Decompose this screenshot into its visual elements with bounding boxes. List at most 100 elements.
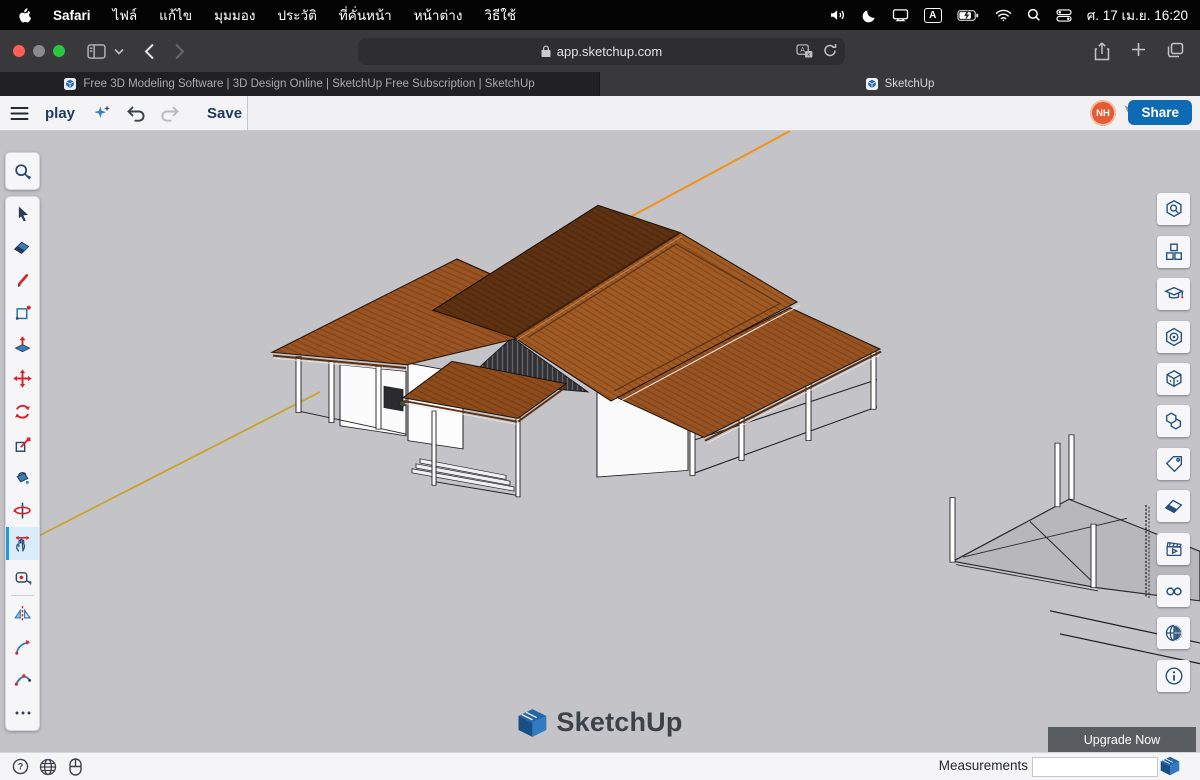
select-tool-button[interactable]: [6, 197, 39, 230]
menu-item-view[interactable]: มุมมอง: [214, 4, 255, 26]
views-panel-button[interactable]: [1157, 575, 1190, 607]
scale-tool-button[interactable]: [6, 428, 39, 461]
components-panel-button[interactable]: [1157, 236, 1190, 268]
styles-panel-button[interactable]: [1157, 321, 1190, 353]
eraser-icon: [12, 236, 33, 257]
orbit-icon: [12, 500, 33, 521]
instructor-panel-button[interactable]: [1157, 278, 1190, 310]
help-icon[interactable]: ?: [12, 758, 29, 775]
paint-bucket-icon: [12, 467, 33, 488]
arc-tool-button[interactable]: [6, 630, 39, 663]
macos-menu-bar: Safari ไฟล์ แก้ไข มุมมอง ประวัติ ที่คั่น…: [0, 0, 1200, 30]
tag-icon: [1163, 453, 1185, 475]
menu-item-file[interactable]: ไฟล์: [113, 4, 138, 26]
pencil-tool-button[interactable]: [6, 263, 39, 296]
sketchup-toolbar: play Save NH Share: [0, 96, 1200, 131]
upgrade-now-button[interactable]: Upgrade Now: [1048, 727, 1196, 752]
model-canvas[interactable]: [0, 131, 1200, 752]
two-point-arc-icon: [13, 670, 33, 690]
display-icon[interactable]: [892, 8, 909, 22]
share-button[interactable]: Share: [1128, 100, 1192, 125]
translate-icon[interactable]: Ax: [796, 44, 813, 58]
battery-icon[interactable]: [957, 9, 980, 22]
entity-info-icon: [1163, 198, 1185, 220]
tags-panel-button[interactable]: [1157, 448, 1190, 480]
menu-item-history[interactable]: ประวัติ: [277, 4, 316, 26]
select-cursor-icon: [13, 204, 33, 224]
menu-item-window[interactable]: หน้าต่าง: [414, 4, 463, 26]
orbit-tool-button[interactable]: [6, 494, 39, 527]
pan-hand-icon: [12, 533, 33, 554]
window-close-button[interactable]: [13, 45, 25, 57]
model-name-label[interactable]: play: [45, 105, 75, 122]
focus-moon-icon[interactable]: [862, 8, 877, 23]
copies-cube-icon: [1163, 410, 1185, 432]
sketchup-logo-icon: [517, 708, 547, 738]
rotate-tool-button[interactable]: [6, 395, 39, 428]
rectangle-tool-button[interactable]: [6, 296, 39, 329]
menu-item-edit[interactable]: แก้ไข: [159, 4, 192, 26]
control-center-icon[interactable]: [1056, 9, 1072, 22]
new-tab-icon[interactable]: [1131, 42, 1146, 61]
spotlight-search-icon[interactable]: [1027, 8, 1041, 22]
apple-menu-icon[interactable]: [16, 7, 31, 24]
paint-bucket-tool-button[interactable]: [6, 461, 39, 494]
scenes-copies-panel-button[interactable]: [1157, 405, 1190, 437]
statusbar-sketchup-logo-icon: [1160, 756, 1180, 776]
two-point-arc-tool-button[interactable]: [6, 663, 39, 696]
more-tools-button[interactable]: [6, 696, 39, 729]
tab-overview-icon[interactable]: [1167, 42, 1184, 61]
main-tool-rail: [5, 196, 40, 731]
ai-sparkles-icon[interactable]: [92, 103, 112, 123]
geolocation-panel-button[interactable]: [1157, 617, 1190, 649]
language-globe-icon[interactable]: [39, 758, 57, 776]
redo-button[interactable]: [160, 105, 180, 122]
styles-icon: [1163, 326, 1185, 348]
back-button[interactable]: [144, 43, 155, 60]
search-tool-button[interactable]: [6, 153, 39, 189]
input-source-badge[interactable]: A: [924, 8, 942, 23]
materials-panel-button[interactable]: [1157, 363, 1190, 395]
animation-panel-button[interactable]: [1157, 533, 1190, 565]
main-menu-button[interactable]: [10, 106, 29, 121]
reload-icon[interactable]: [823, 43, 837, 58]
mouse-icon[interactable]: [69, 758, 82, 776]
house-model-drawing: [0, 131, 1200, 752]
push-pull-tool-button[interactable]: [6, 329, 39, 362]
flip-icon: [12, 603, 33, 624]
window-minimize-button[interactable]: [33, 45, 45, 57]
measurements-input[interactable]: [1032, 757, 1158, 777]
model-info-panel-button[interactable]: [1157, 660, 1190, 692]
info-icon: [1163, 665, 1185, 687]
volume-icon[interactable]: [829, 8, 847, 22]
tab-marketing-page[interactable]: Free 3D Modeling Software | 3D Design On…: [0, 72, 600, 96]
pan-tool-button[interactable]: [6, 527, 39, 560]
menu-item-safari[interactable]: Safari: [53, 8, 91, 23]
window-zoom-button[interactable]: [53, 45, 65, 57]
address-bar[interactable]: app.sketchup.com Ax: [358, 38, 845, 65]
avatar[interactable]: NH: [1090, 100, 1116, 126]
flip-tool-button[interactable]: [6, 597, 39, 630]
entity-info-panel-button[interactable]: [1157, 193, 1190, 225]
wifi-icon[interactable]: [995, 9, 1012, 22]
sidebar-toggle-icon[interactable]: [87, 44, 106, 59]
scale-icon: [13, 435, 33, 455]
menu-item-bookmarks[interactable]: ที่คั่นหน้า: [339, 4, 392, 26]
save-button[interactable]: Save: [207, 105, 242, 122]
sidebar-chevron-down-icon[interactable]: [114, 48, 124, 55]
sketchup-favicon: [64, 78, 76, 90]
search-icon: [12, 161, 33, 182]
menu-item-help[interactable]: วิธีใช้: [484, 4, 516, 26]
tape-measure-tool-button[interactable]: [6, 560, 39, 593]
forward-button[interactable]: [174, 43, 185, 60]
menu-bar-clock[interactable]: ศ. 17 เม.ย. 16:20: [1087, 4, 1188, 26]
olive-axis-line: [36, 392, 320, 537]
soften-edges-panel-button[interactable]: [1157, 490, 1190, 522]
undo-button[interactable]: [126, 105, 146, 122]
move-tool-button[interactable]: [6, 362, 39, 395]
eraser-tool-button[interactable]: [6, 230, 39, 263]
more-dots-icon: [14, 710, 32, 716]
toolbar-group: play Save: [0, 96, 248, 130]
share-page-icon[interactable]: [1094, 42, 1110, 61]
tab-sketchup-app[interactable]: SketchUp: [600, 72, 1200, 96]
